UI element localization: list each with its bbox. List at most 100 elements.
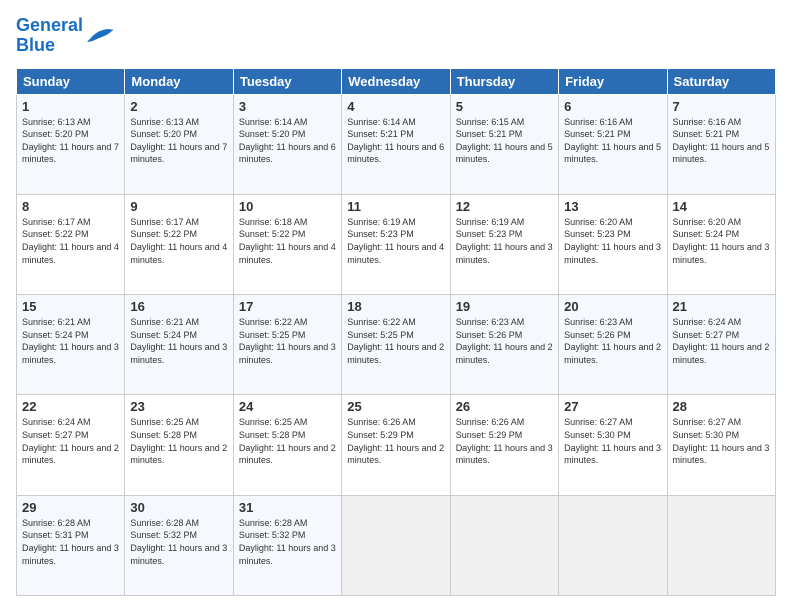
day-info: Sunrise: 6:20 AM Sunset: 5:23 PM Dayligh… [564,216,661,266]
day-info: Sunrise: 6:19 AM Sunset: 5:23 PM Dayligh… [347,216,444,266]
day-cell: 28 Sunrise: 6:27 AM Sunset: 5:30 PM Dayl… [667,395,775,495]
logo-text: General Blue [16,16,83,56]
day-number: 4 [347,99,444,114]
day-cell: 17 Sunrise: 6:22 AM Sunset: 5:25 PM Dayl… [233,295,341,395]
day-info: Sunrise: 6:25 AM Sunset: 5:28 PM Dayligh… [239,416,336,466]
header-tuesday: Tuesday [233,68,341,94]
day-cell: 21 Sunrise: 6:24 AM Sunset: 5:27 PM Dayl… [667,295,775,395]
day-info: Sunrise: 6:28 AM Sunset: 5:31 PM Dayligh… [22,517,119,567]
header-sunday: Sunday [17,68,125,94]
day-number: 21 [673,299,770,314]
day-number: 2 [130,99,227,114]
day-number: 14 [673,199,770,214]
day-info: Sunrise: 6:28 AM Sunset: 5:32 PM Dayligh… [239,517,336,567]
day-cell: 19 Sunrise: 6:23 AM Sunset: 5:26 PM Dayl… [450,295,558,395]
day-info: Sunrise: 6:13 AM Sunset: 5:20 PM Dayligh… [130,116,227,166]
day-number: 8 [22,199,119,214]
day-cell: 4 Sunrise: 6:14 AM Sunset: 5:21 PM Dayli… [342,94,450,194]
header-friday: Friday [559,68,667,94]
day-number: 7 [673,99,770,114]
day-cell: 7 Sunrise: 6:16 AM Sunset: 5:21 PM Dayli… [667,94,775,194]
day-cell [342,495,450,595]
day-number: 17 [239,299,336,314]
logo-general: General [16,15,83,35]
day-number: 26 [456,399,553,414]
day-info: Sunrise: 6:27 AM Sunset: 5:30 PM Dayligh… [673,416,770,466]
day-cell: 27 Sunrise: 6:27 AM Sunset: 5:30 PM Dayl… [559,395,667,495]
day-number: 3 [239,99,336,114]
day-info: Sunrise: 6:28 AM Sunset: 5:32 PM Dayligh… [130,517,227,567]
day-info: Sunrise: 6:24 AM Sunset: 5:27 PM Dayligh… [22,416,119,466]
day-info: Sunrise: 6:21 AM Sunset: 5:24 PM Dayligh… [22,316,119,366]
day-cell: 9 Sunrise: 6:17 AM Sunset: 5:22 PM Dayli… [125,194,233,294]
day-number: 9 [130,199,227,214]
day-number: 11 [347,199,444,214]
day-cell: 3 Sunrise: 6:14 AM Sunset: 5:20 PM Dayli… [233,94,341,194]
day-cell: 23 Sunrise: 6:25 AM Sunset: 5:28 PM Dayl… [125,395,233,495]
day-number: 20 [564,299,661,314]
day-number: 10 [239,199,336,214]
day-cell: 12 Sunrise: 6:19 AM Sunset: 5:23 PM Dayl… [450,194,558,294]
day-number: 22 [22,399,119,414]
day-cell: 2 Sunrise: 6:13 AM Sunset: 5:20 PM Dayli… [125,94,233,194]
header-thursday: Thursday [450,68,558,94]
day-cell: 8 Sunrise: 6:17 AM Sunset: 5:22 PM Dayli… [17,194,125,294]
logo-blue: Blue [16,35,55,55]
day-number: 25 [347,399,444,414]
calendar-table: SundayMondayTuesdayWednesdayThursdayFrid… [16,68,776,596]
week-row-0: 1 Sunrise: 6:13 AM Sunset: 5:20 PM Dayli… [17,94,776,194]
header-row: SundayMondayTuesdayWednesdayThursdayFrid… [17,68,776,94]
day-info: Sunrise: 6:17 AM Sunset: 5:22 PM Dayligh… [22,216,119,266]
day-number: 18 [347,299,444,314]
day-number: 23 [130,399,227,414]
day-info: Sunrise: 6:14 AM Sunset: 5:21 PM Dayligh… [347,116,444,166]
day-cell: 30 Sunrise: 6:28 AM Sunset: 5:32 PM Dayl… [125,495,233,595]
day-info: Sunrise: 6:15 AM Sunset: 5:21 PM Dayligh… [456,116,553,166]
day-number: 1 [22,99,119,114]
day-cell: 1 Sunrise: 6:13 AM Sunset: 5:20 PM Dayli… [17,94,125,194]
logo-bird-icon [85,24,115,48]
day-number: 12 [456,199,553,214]
day-number: 13 [564,199,661,214]
day-number: 6 [564,99,661,114]
day-cell [450,495,558,595]
header: General Blue [16,16,776,56]
day-cell: 25 Sunrise: 6:26 AM Sunset: 5:29 PM Dayl… [342,395,450,495]
day-info: Sunrise: 6:19 AM Sunset: 5:23 PM Dayligh… [456,216,553,266]
day-cell: 31 Sunrise: 6:28 AM Sunset: 5:32 PM Dayl… [233,495,341,595]
day-info: Sunrise: 6:20 AM Sunset: 5:24 PM Dayligh… [673,216,770,266]
header-saturday: Saturday [667,68,775,94]
day-number: 24 [239,399,336,414]
day-info: Sunrise: 6:14 AM Sunset: 5:20 PM Dayligh… [239,116,336,166]
header-monday: Monday [125,68,233,94]
page: General Blue SundayMondayTuesdayWednesda… [0,0,792,612]
day-info: Sunrise: 6:16 AM Sunset: 5:21 PM Dayligh… [673,116,770,166]
day-number: 28 [673,399,770,414]
day-cell: 14 Sunrise: 6:20 AM Sunset: 5:24 PM Dayl… [667,194,775,294]
day-info: Sunrise: 6:17 AM Sunset: 5:22 PM Dayligh… [130,216,227,266]
day-info: Sunrise: 6:26 AM Sunset: 5:29 PM Dayligh… [347,416,444,466]
week-row-2: 15 Sunrise: 6:21 AM Sunset: 5:24 PM Dayl… [17,295,776,395]
day-cell: 26 Sunrise: 6:26 AM Sunset: 5:29 PM Dayl… [450,395,558,495]
day-info: Sunrise: 6:13 AM Sunset: 5:20 PM Dayligh… [22,116,119,166]
day-number: 27 [564,399,661,414]
day-cell: 18 Sunrise: 6:22 AM Sunset: 5:25 PM Dayl… [342,295,450,395]
day-info: Sunrise: 6:26 AM Sunset: 5:29 PM Dayligh… [456,416,553,466]
week-row-4: 29 Sunrise: 6:28 AM Sunset: 5:31 PM Dayl… [17,495,776,595]
day-number: 5 [456,99,553,114]
day-info: Sunrise: 6:21 AM Sunset: 5:24 PM Dayligh… [130,316,227,366]
day-cell: 22 Sunrise: 6:24 AM Sunset: 5:27 PM Dayl… [17,395,125,495]
day-info: Sunrise: 6:25 AM Sunset: 5:28 PM Dayligh… [130,416,227,466]
day-info: Sunrise: 6:23 AM Sunset: 5:26 PM Dayligh… [564,316,661,366]
day-cell: 20 Sunrise: 6:23 AM Sunset: 5:26 PM Dayl… [559,295,667,395]
day-info: Sunrise: 6:24 AM Sunset: 5:27 PM Dayligh… [673,316,770,366]
day-number: 16 [130,299,227,314]
week-row-3: 22 Sunrise: 6:24 AM Sunset: 5:27 PM Dayl… [17,395,776,495]
day-cell: 24 Sunrise: 6:25 AM Sunset: 5:28 PM Dayl… [233,395,341,495]
day-cell [559,495,667,595]
day-number: 19 [456,299,553,314]
day-info: Sunrise: 6:27 AM Sunset: 5:30 PM Dayligh… [564,416,661,466]
day-number: 29 [22,500,119,515]
header-wednesday: Wednesday [342,68,450,94]
day-cell: 6 Sunrise: 6:16 AM Sunset: 5:21 PM Dayli… [559,94,667,194]
